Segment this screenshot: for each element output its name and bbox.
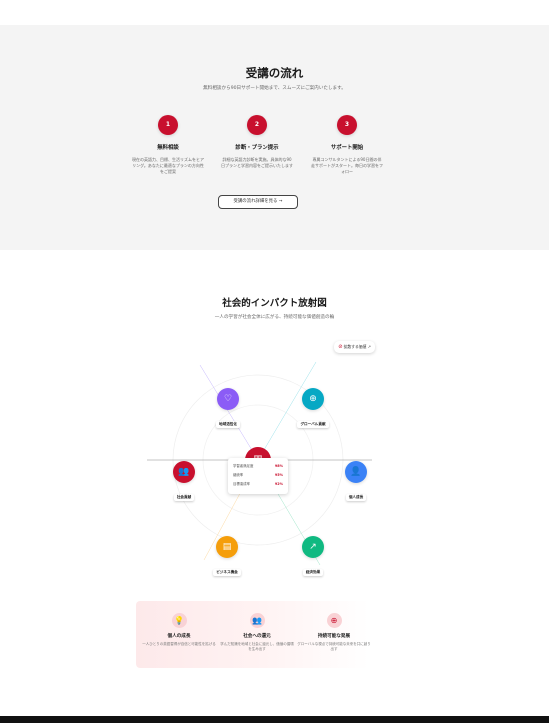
heart-icon: ♡ (217, 388, 239, 410)
node-personal[interactable]: 👤 個人成長 (336, 461, 376, 502)
stat-row: 目標達成率 92% (233, 480, 283, 489)
node-global[interactable]: ⊕ グローバル貢献 (293, 388, 333, 429)
stat-row: 学習者満足度 98% (233, 462, 283, 471)
node-label: 個人成長 (345, 494, 367, 501)
globe-icon: ⊕ (326, 613, 342, 628)
trend-up-icon: ↗ (302, 536, 324, 558)
node-label: 経済効果 (302, 569, 324, 576)
stat-value: 92% (274, 482, 283, 486)
impact-summary-panel: 💡 個人の成長 一人ひとりの英語習得が自信と可能性を拡げる 👥 社会への還元 学… (136, 601, 372, 668)
stat-row: 継続率 95% (233, 471, 283, 480)
summary-title: 個人の成長 (167, 634, 191, 639)
summary-item-sustainable: ⊕ 持続可能な発展 グローバルな視点で持続可能な未来を共に創り出す (296, 613, 372, 652)
node-regional[interactable]: ♡ 地域活性化 (208, 388, 248, 429)
node-economy[interactable]: ↗ 経済効果 (293, 536, 333, 577)
summary-description: 一人ひとりの英語習得が自信と可能性を拡げる (142, 642, 216, 646)
user-icon: 👤 (345, 461, 367, 483)
stat-value: 98% (274, 464, 283, 468)
node-social[interactable]: 👥 社会貢献 (164, 461, 204, 502)
summary-item-social: 👥 社会への還元 学んだ知識を地域と社会に還元し、価値の循環を生み出す (219, 613, 295, 652)
stat-label: 学習者満足度 (233, 464, 254, 468)
summary-title: 社会への還元 (243, 634, 271, 639)
document-icon: ▤ (216, 536, 238, 558)
node-label: 地域活性化 (216, 421, 240, 428)
page-footer (0, 716, 549, 723)
center-stats-card: 学習者満足度 98% 継続率 95% 目標達成率 92% (228, 458, 288, 494)
node-label: ビジネス機会 (213, 569, 241, 576)
stat-value: 95% (274, 473, 283, 477)
lightbulb-icon: 💡 (171, 613, 187, 628)
node-label: 社会貢献 (173, 494, 195, 501)
stat-label: 継続率 (233, 473, 244, 477)
summary-title: 持続可能な発展 (317, 634, 351, 639)
node-label: グローバル貢献 (297, 421, 329, 428)
summary-description: 学んだ知識を地域と社会に還元し、価値の循環を生み出す (220, 642, 294, 651)
node-business[interactable]: ▤ ビジネス機会 (207, 536, 247, 577)
globe-icon: ⊕ (302, 388, 324, 410)
summary-description: グローバルな視点で持続可能な未来を共に創り出す (297, 642, 371, 651)
people-icon: 👥 (249, 613, 265, 628)
users-icon: 👥 (173, 461, 195, 483)
summary-item-personal: 💡 個人の成長 一人ひとりの英語習得が自信と可能性を拡げる (141, 613, 217, 647)
stat-label: 目標達成率 (233, 482, 250, 486)
